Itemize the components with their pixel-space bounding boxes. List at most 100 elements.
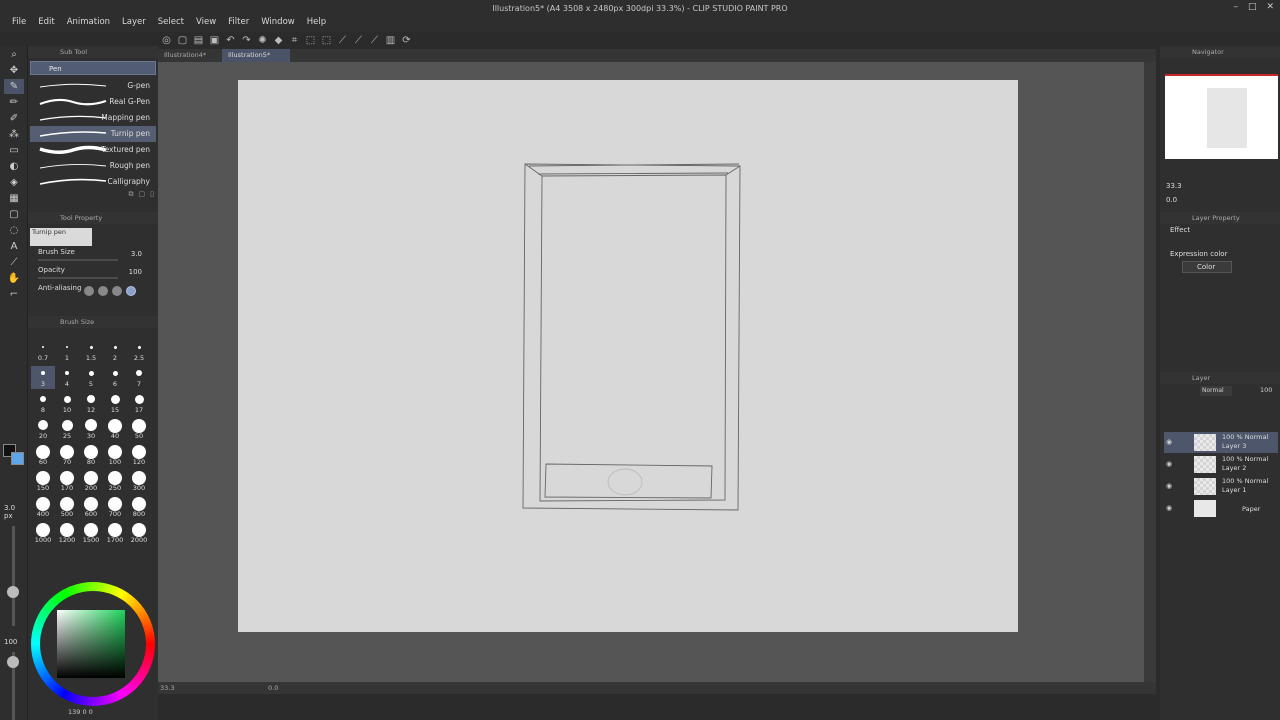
opacity-value[interactable]: 100 — [129, 268, 142, 276]
brush-size-option[interactable]: 1.5 — [79, 340, 103, 363]
line-tool-icon[interactable]: ⟋ — [4, 255, 24, 270]
brush-size-option[interactable]: 1000 — [31, 522, 55, 545]
opacity-slider-knob[interactable] — [7, 656, 19, 668]
brush-size-option[interactable]: 800 — [127, 496, 151, 519]
brush-size-option[interactable]: 40 — [103, 418, 127, 441]
brush-tool-icon[interactable]: ✐ — [4, 111, 24, 126]
brush-size-option[interactable]: 1500 — [79, 522, 103, 545]
eye-icon[interactable]: ◉ — [1166, 438, 1172, 446]
size-slider-track[interactable] — [12, 526, 15, 626]
brush-size-slider[interactable] — [38, 259, 118, 261]
deselect-icon[interactable]: ⬚ — [304, 34, 317, 47]
opacity-row[interactable]: Opacity 100 — [28, 266, 158, 284]
zoom-readout[interactable]: 33.3 — [160, 684, 174, 692]
brush-size-option[interactable]: 25 — [55, 418, 79, 441]
maximize-icon[interactable]: □ — [1248, 2, 1257, 12]
menu-window[interactable]: Window — [255, 17, 301, 27]
move-tool-icon[interactable]: ✥ — [4, 63, 24, 78]
brush-size-option[interactable]: 50 — [127, 418, 151, 441]
snap-ruler-icon[interactable]: ⟋ — [336, 34, 349, 47]
hand-tool-icon[interactable]: ✋ — [4, 271, 24, 286]
size-slider-knob[interactable] — [7, 586, 19, 598]
brush-size-option[interactable]: 600 — [79, 496, 103, 519]
eraser-tool-icon[interactable]: ▭ — [4, 143, 24, 158]
airbrush-tool-icon[interactable]: ⁂ — [4, 127, 24, 142]
saturation-value-square[interactable] — [57, 610, 125, 678]
menu-file[interactable]: File — [6, 17, 32, 27]
antialias-weak-icon[interactable] — [98, 286, 108, 296]
antialias-medium-icon[interactable] — [112, 286, 122, 296]
menu-animation[interactable]: Animation — [61, 17, 116, 27]
brush-size-option[interactable]: 8 — [31, 392, 55, 415]
tab-illustration4[interactable]: Illustration4* — [158, 49, 214, 62]
clear-icon[interactable]: ✺ — [256, 34, 269, 47]
brush-size-option[interactable]: 4 — [55, 366, 79, 389]
brush-size-option[interactable]: 2000 — [127, 522, 151, 545]
transform-icon[interactable]: ⌗ — [288, 34, 301, 47]
brush-item-real-g-pen[interactable]: Real G-Pen — [30, 94, 156, 110]
lasso-tool-icon[interactable]: ◌ — [4, 223, 24, 238]
add-subtool-icon[interactable]: ▢ — [139, 190, 146, 202]
brush-size-option[interactable]: 2 — [103, 340, 127, 363]
figure-tool-icon[interactable]: ▢ — [4, 207, 24, 222]
save-icon[interactable]: ▣ — [208, 34, 221, 47]
subtool-group-tab[interactable]: Pen — [30, 61, 156, 75]
brush-size-option[interactable]: 1 — [55, 340, 79, 363]
menu-help[interactable]: Help — [301, 17, 332, 27]
open-file-icon[interactable]: ▤ — [192, 34, 205, 47]
undo-icon[interactable]: ↶ — [224, 34, 237, 47]
eyedropper-tool-icon[interactable]: ⌐ — [4, 287, 24, 302]
brush-size-option[interactable]: 70 — [55, 444, 79, 467]
menu-view[interactable]: View — [190, 17, 222, 27]
brush-size-option[interactable]: 120 — [127, 444, 151, 467]
copy-subtool-icon[interactable]: ⧉ — [129, 190, 134, 202]
brush-item-textured-pen[interactable]: Textured pen — [30, 142, 156, 158]
brush-size-option[interactable]: 12 — [79, 392, 103, 415]
canvas-workarea[interactable] — [158, 62, 1156, 682]
clip-studio-icon[interactable]: ◎ — [160, 34, 173, 47]
layer-opacity[interactable]: 100 — [1260, 386, 1272, 394]
brush-item-mapping-pen[interactable]: Mapping pen — [30, 110, 156, 126]
fill-tool-icon[interactable]: ◈ — [4, 175, 24, 190]
menu-filter[interactable]: Filter — [222, 17, 255, 27]
brush-size-option[interactable]: 700 — [103, 496, 127, 519]
layer-row-layer-1[interactable]: ◉ 100 % Normal Layer 1 — [1164, 476, 1278, 497]
redo-icon[interactable]: ↷ — [240, 34, 253, 47]
gradient-tool-icon[interactable]: ▦ — [4, 191, 24, 206]
brush-size-option[interactable]: 7 — [127, 366, 151, 389]
brush-size-option[interactable]: 1700 — [103, 522, 127, 545]
antialias-none-icon[interactable] — [84, 286, 94, 296]
antialias-strong-icon[interactable] — [126, 286, 136, 296]
blend-tool-icon[interactable]: ◐ — [4, 159, 24, 174]
brush-size-option[interactable]: 250 — [103, 470, 127, 493]
color-swatches[interactable] — [3, 444, 25, 466]
brush-size-option[interactable]: 5 — [79, 366, 103, 389]
background-color-swatch[interactable] — [11, 452, 24, 465]
brush-size-option[interactable]: 500 — [55, 496, 79, 519]
pencil-tool-icon[interactable]: ✏ — [4, 95, 24, 110]
pen-tool-icon[interactable]: ✎ — [4, 79, 24, 94]
brush-size-option[interactable]: 1200 — [55, 522, 79, 545]
brush-size-option[interactable]: 150 — [31, 470, 55, 493]
expression-color-select[interactable]: Color — [1182, 261, 1232, 273]
brush-size-option[interactable]: 200 — [79, 470, 103, 493]
brush-size-row[interactable]: Brush Size 3.0 — [28, 248, 158, 266]
zoom-tool-icon[interactable]: ⌕ — [4, 47, 24, 62]
brush-size-option[interactable]: 400 — [31, 496, 55, 519]
ruler-icon[interactable]: ▥ — [384, 34, 397, 47]
brush-size-option[interactable]: 100 — [103, 444, 127, 467]
vertical-scrollbar[interactable] — [1144, 62, 1156, 682]
brush-item-rough-pen[interactable]: Rough pen — [30, 158, 156, 174]
fill-icon[interactable]: ◆ — [272, 34, 285, 47]
brush-size-option[interactable]: 170 — [55, 470, 79, 493]
brush-size-option[interactable]: 80 — [79, 444, 103, 467]
brush-size-option[interactable]: 10 — [55, 392, 79, 415]
snap-special-ruler-icon[interactable]: ⟋ — [352, 34, 365, 47]
brush-size-option[interactable]: 60 — [31, 444, 55, 467]
new-file-icon[interactable]: ▢ — [176, 34, 189, 47]
brush-size-option[interactable]: 15 — [103, 392, 127, 415]
menu-layer[interactable]: Layer — [116, 17, 152, 27]
settings-icon[interactable]: ⟳ — [400, 34, 413, 47]
rotation-readout[interactable]: 0.0 — [268, 684, 278, 692]
brush-size-option[interactable]: 300 — [127, 470, 151, 493]
